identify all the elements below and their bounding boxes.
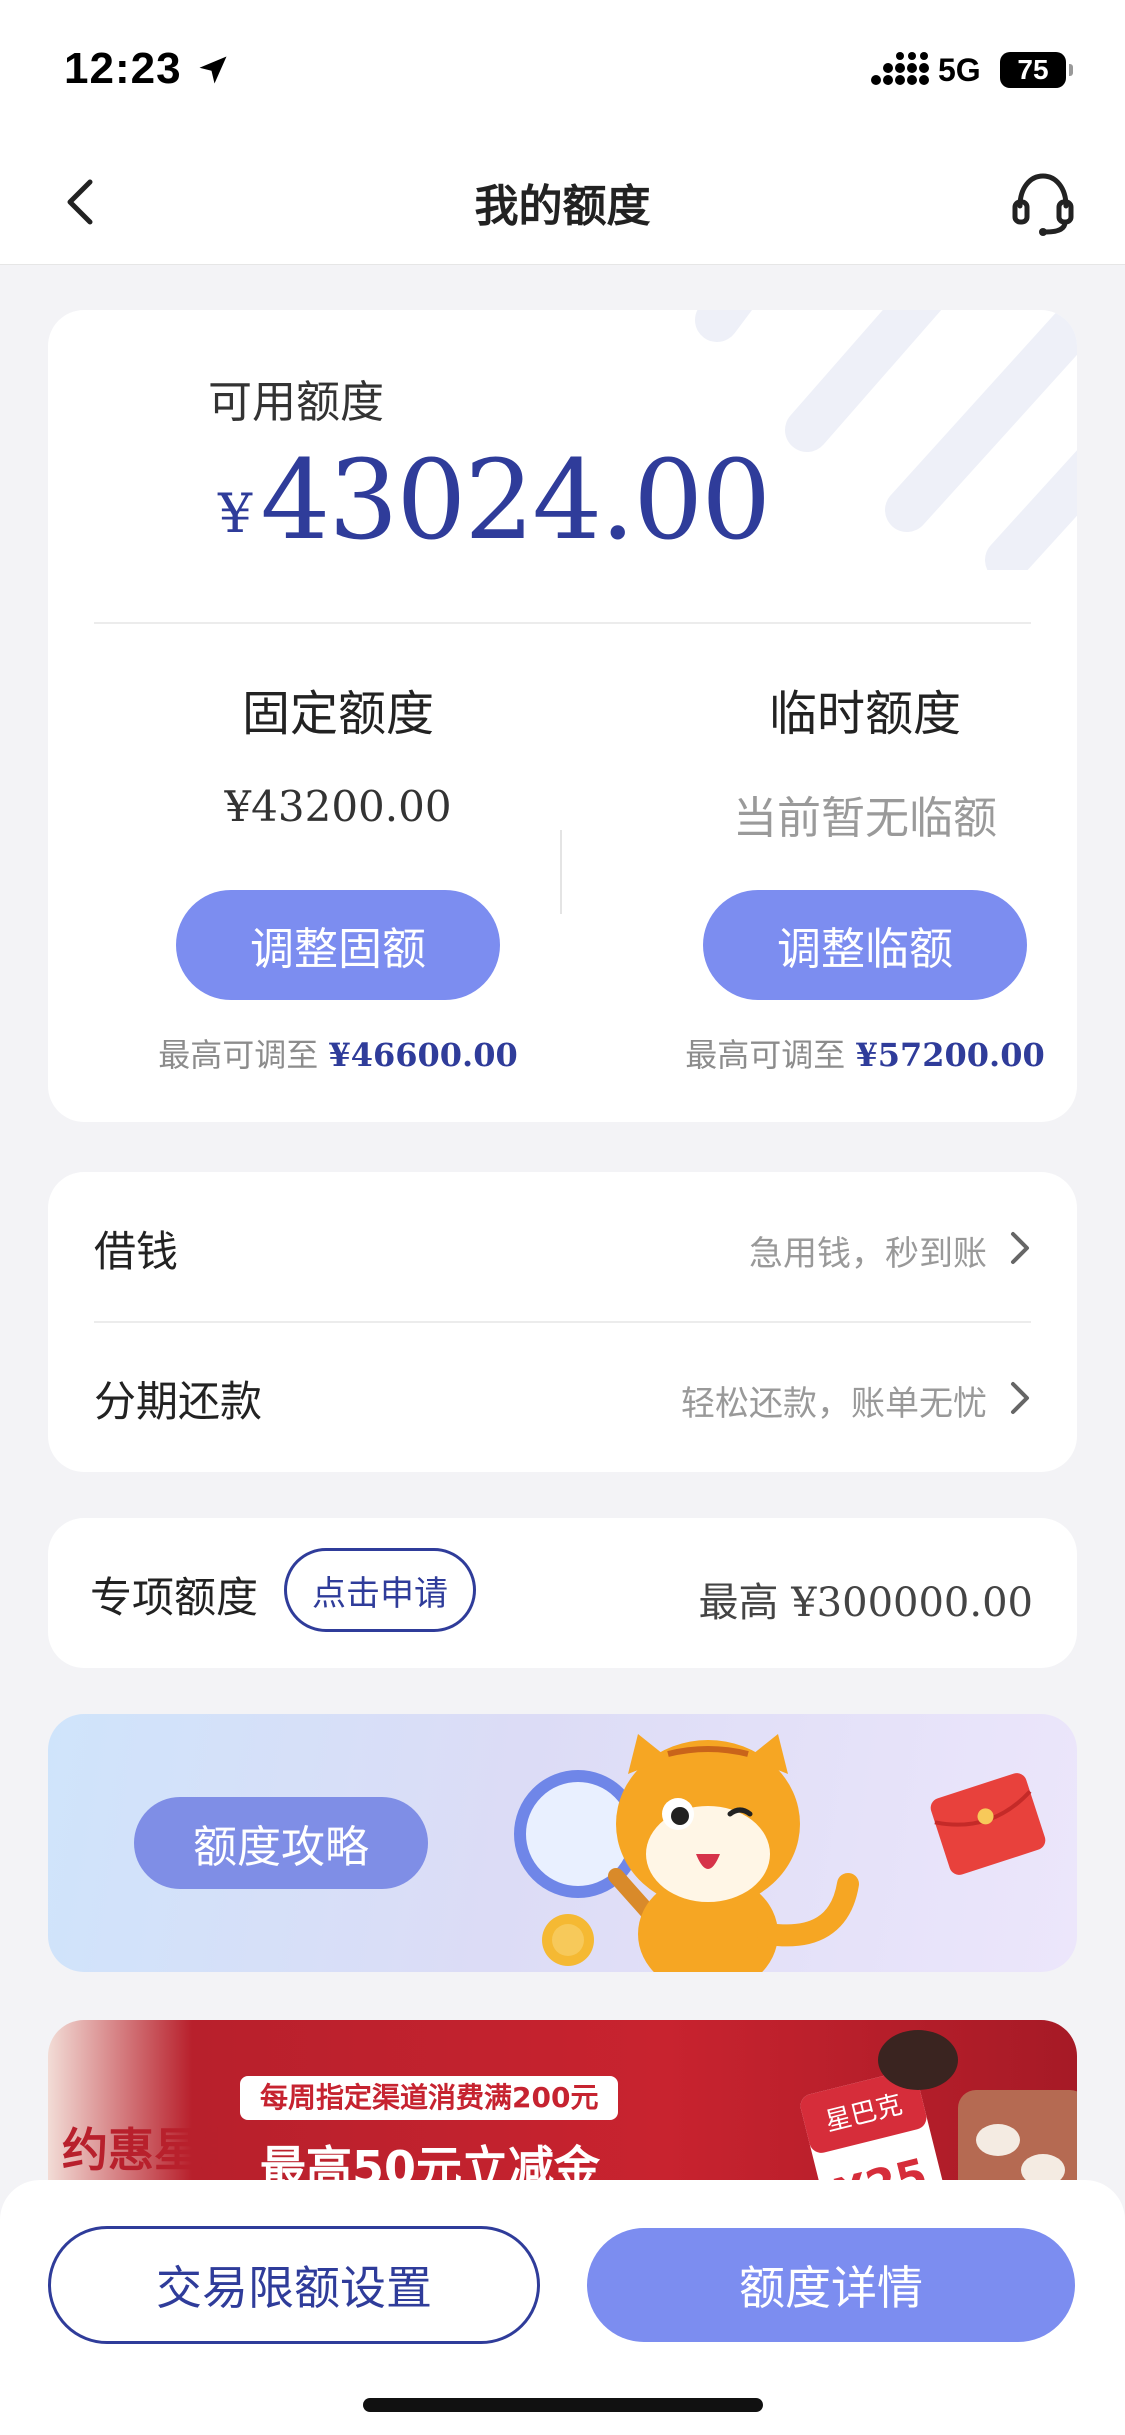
status-bar: 12:23 5G 75 bbox=[0, 0, 1125, 140]
special-quota-max: 最高 ¥300000.00 bbox=[699, 1570, 1033, 1628]
special-max-prefix: 最高 bbox=[698, 1580, 792, 1626]
temporary-note-prefix: 最高可调至 bbox=[685, 1036, 856, 1074]
transaction-limit-button[interactable]: 交易限额设置 bbox=[48, 2226, 540, 2344]
fixed-note-prefix: 最高可调至 bbox=[158, 1036, 329, 1074]
battery-icon: 75 bbox=[1000, 52, 1073, 88]
special-max-amount: ¥300000.00 bbox=[791, 1580, 1033, 1626]
currency-symbol: ¥ bbox=[218, 482, 253, 545]
bottom-action-bar: 交易限额设置 额度详情 bbox=[0, 2180, 1125, 2435]
chevron-right-icon bbox=[1011, 1232, 1029, 1264]
available-quota-amount: ¥43024.00 bbox=[218, 436, 771, 564]
adjust-temporary-button[interactable]: 调整临额 bbox=[703, 890, 1027, 1000]
signal-icon bbox=[871, 52, 929, 85]
special-quota-label: 专项额度 bbox=[90, 1573, 259, 1622]
fixed-quota-value: ¥43200.00 bbox=[224, 782, 452, 831]
menu-item-hint: 轻松还款，账单无忧 bbox=[681, 1384, 987, 1424]
menu-item-label: 分期还款 bbox=[94, 1377, 263, 1426]
status-time: 12:23 bbox=[64, 44, 182, 93]
divider bbox=[560, 830, 562, 914]
menu-item-borrow[interactable]: 借钱 急用钱，秒到账 bbox=[48, 1172, 1077, 1322]
temporary-quota-title: 临时额度 bbox=[768, 686, 961, 742]
quota-detail-button[interactable]: 额度详情 bbox=[587, 2228, 1075, 2342]
available-quota-label: 可用额度 bbox=[208, 377, 384, 428]
divider bbox=[94, 622, 1031, 624]
adjust-fixed-button[interactable]: 调整固额 bbox=[176, 890, 500, 1000]
customer-service-icon[interactable] bbox=[1010, 168, 1076, 238]
menu-item-installment[interactable]: 分期还款 轻松还款，账单无忧 bbox=[48, 1322, 1077, 1472]
quota-card: 可用额度 ¥43024.00 固定额度 ¥43200.00 调整固额 最高可调至… bbox=[48, 310, 1077, 1122]
fixed-note-amount: ¥46600.00 bbox=[328, 1036, 518, 1074]
chevron-right-icon bbox=[1011, 1382, 1029, 1414]
fixed-quota-title: 固定额度 bbox=[241, 686, 434, 742]
tiger-mascot-illustration bbox=[514, 1734, 1046, 1972]
quota-guide-banner[interactable]: 额度攻略 bbox=[48, 1714, 1077, 1972]
temporary-max-note: 最高可调至 ¥57200.00 bbox=[645, 1030, 1077, 1076]
menu-item-label: 借钱 bbox=[94, 1227, 179, 1276]
home-indicator[interactable] bbox=[363, 2398, 763, 2412]
nav-bar: 我的额度 bbox=[0, 140, 1125, 265]
apply-special-button[interactable]: 点击申请 bbox=[284, 1548, 476, 1632]
service-menu-card: 借钱 急用钱，秒到账 分期还款 轻松还款，账单无忧 bbox=[48, 1172, 1077, 1472]
page-title: 我的额度 bbox=[474, 181, 651, 232]
special-quota-card: 专项额度 点击申请 最高 ¥300000.00 bbox=[48, 1518, 1077, 1668]
fixed-max-note: 最高可调至 ¥46600.00 bbox=[118, 1030, 558, 1076]
quota-guide-button[interactable]: 额度攻略 bbox=[134, 1797, 428, 1889]
menu-item-hint: 急用钱，秒到账 bbox=[749, 1234, 987, 1274]
temporary-note-amount: ¥57200.00 bbox=[855, 1036, 1045, 1074]
promo-tag: 每周指定渠道消费满200元 bbox=[240, 2076, 619, 2120]
available-amount-value: 43024.00 bbox=[260, 436, 771, 564]
network-label: 5G bbox=[938, 52, 981, 88]
temporary-quota-value: 当前暂无临额 bbox=[733, 793, 997, 844]
friday-promo-text: 约惠星期五 bbox=[62, 2123, 218, 2177]
location-arrow-icon bbox=[199, 56, 227, 84]
